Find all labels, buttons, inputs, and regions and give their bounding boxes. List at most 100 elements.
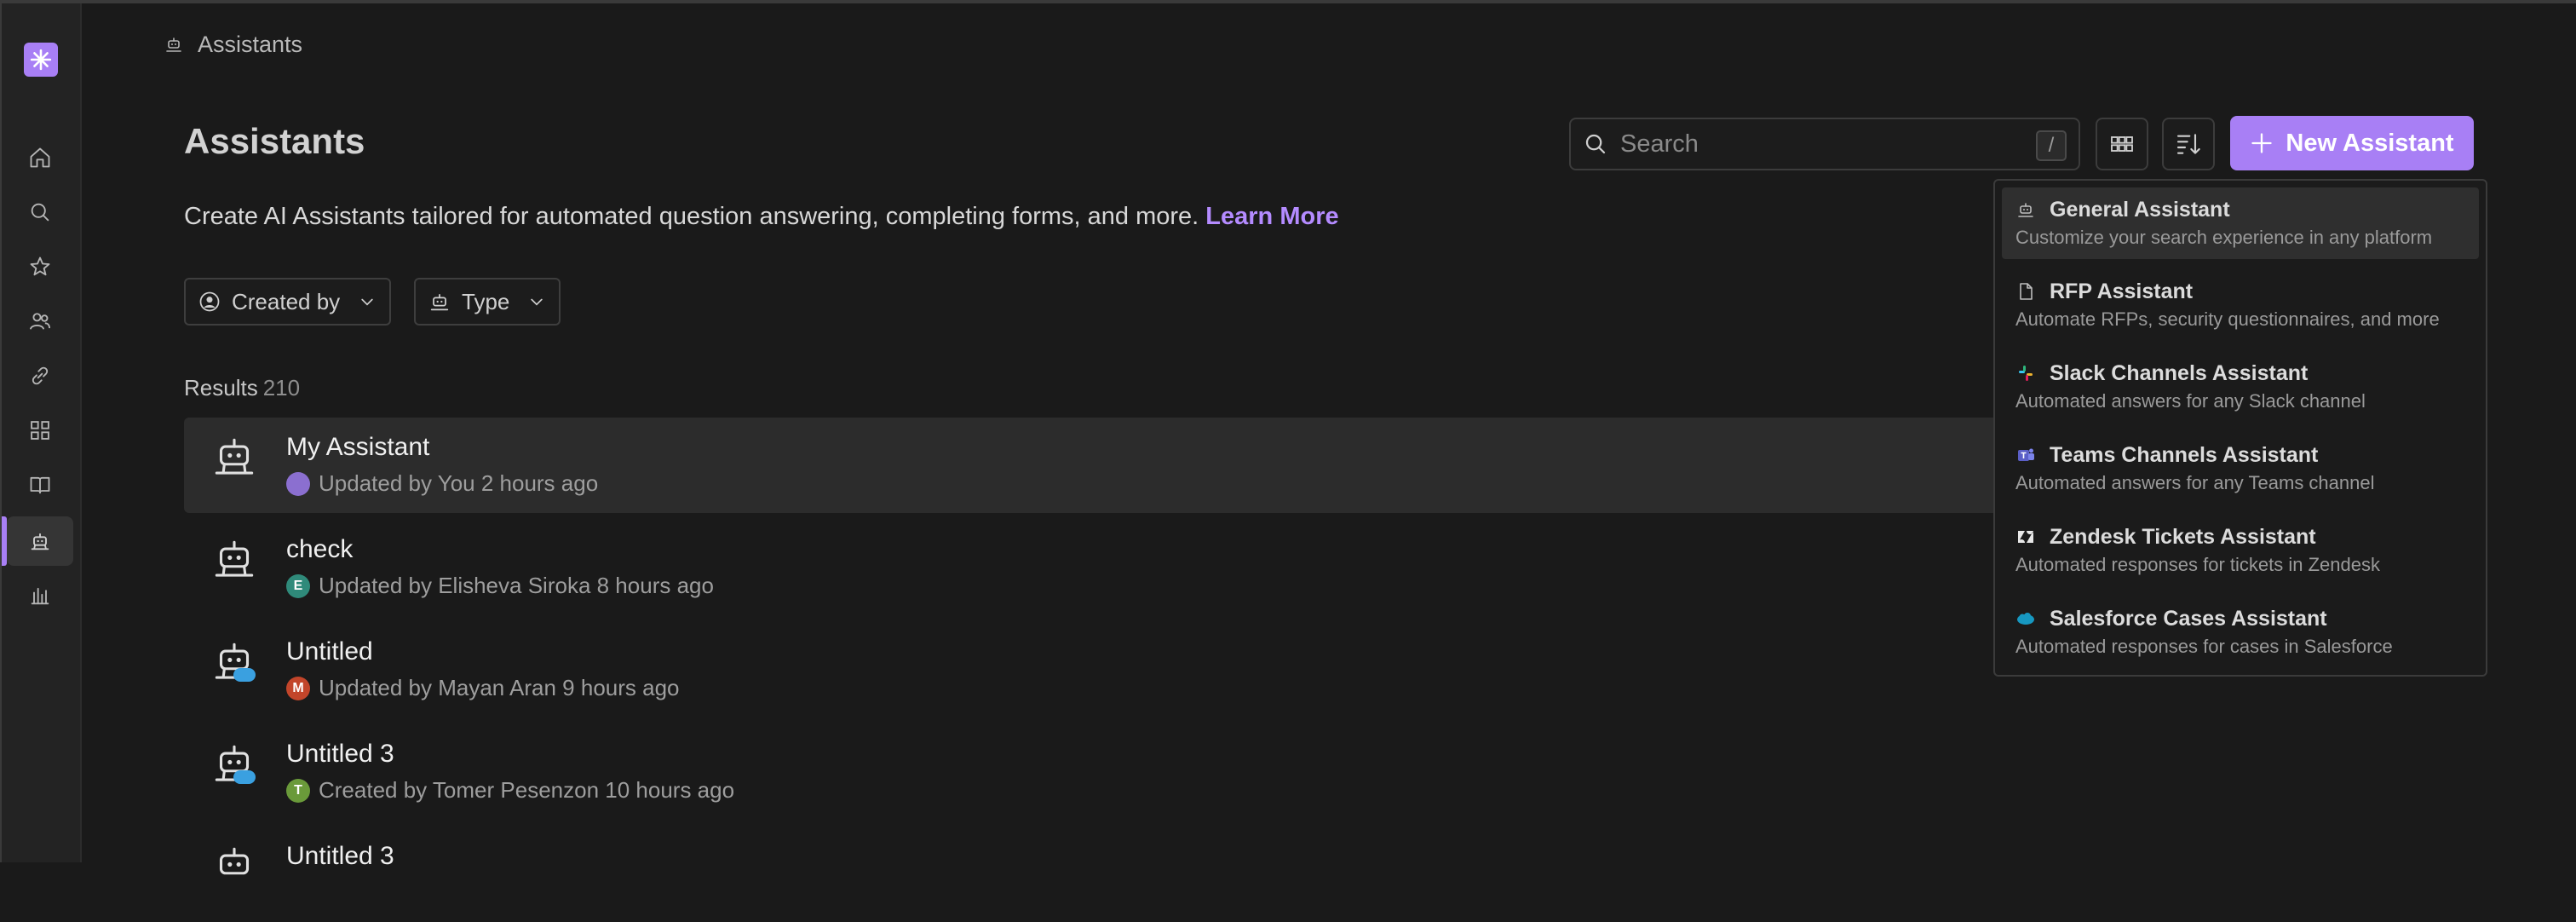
- type-filter[interactable]: Type: [414, 278, 561, 326]
- assistant-updated: Updated by Mayan Aran 9 hours ago: [319, 675, 680, 700]
- assistant-title[interactable]: Untitled 3: [286, 740, 394, 769]
- search-box[interactable]: /: [1569, 118, 2080, 170]
- assistant-updated: Updated by You 2 hours ago: [319, 470, 599, 496]
- menu-item-desc: Automated answers for any Teams channel: [2015, 472, 2375, 493]
- menu-item-title: Slack Channels Assistant: [2050, 361, 2309, 385]
- chevron-down-icon: [361, 298, 373, 306]
- assistant-title[interactable]: check: [286, 535, 353, 564]
- subtitle-text: Create AI Assistants tailored for automa…: [184, 203, 1199, 230]
- sidebar-item-analytics[interactable]: [7, 571, 73, 620]
- results-number: 210: [262, 375, 301, 400]
- apps-grid-icon: [31, 421, 49, 440]
- menu-item-title: Teams Channels Assistant: [2050, 443, 2319, 467]
- list-item[interactable]: My Assistant Updated by You 2 hours ago: [184, 418, 2220, 513]
- sidebar-item-links[interactable]: [7, 351, 73, 400]
- search-icon: [1585, 134, 1606, 154]
- sidebar: [2, 3, 82, 862]
- created-by-filter[interactable]: Created by: [184, 278, 392, 326]
- menu-item-zendesk-assistant[interactable]: Zendesk Tickets Assistant Automated resp…: [2002, 515, 2479, 586]
- robot-icon: [215, 540, 254, 577]
- menu-item-title: Salesforce Cases Assistant: [2050, 607, 2327, 631]
- assistant-meta: M Updated by Mayan Aran 9 hours ago: [286, 675, 680, 701]
- page-subtitle: Create AI Assistants tailored for automa…: [184, 203, 1339, 231]
- bar-chart-icon: [31, 587, 49, 605]
- search-shortcut-hint: /: [2036, 130, 2067, 161]
- assistant-updated: Updated by Elisheva Siroka 8 hours ago: [319, 573, 714, 598]
- teams-icon: [2018, 448, 2034, 461]
- results-count: Results 210: [184, 375, 300, 401]
- menu-item-general-assistant[interactable]: General Assistant Customize your search …: [2002, 187, 2479, 259]
- assistant-meta: E Updated by Elisheva Siroka 8 hours ago: [286, 573, 714, 599]
- salesforce-badge-icon: [233, 770, 256, 784]
- menu-item-desc: Automated responses for cases in Salesfo…: [2015, 636, 2393, 657]
- logo-icon: [30, 49, 52, 71]
- menu-item-desc: Automated answers for any Slack channel: [2015, 390, 2366, 412]
- type-label: Type: [462, 288, 510, 314]
- assistant-meta: T Created by Tomer Pesenzon 10 hours ago: [286, 777, 734, 804]
- menu-item-title: General Assistant: [2050, 198, 2230, 222]
- sidebar-item-favorites[interactable]: [7, 242, 73, 291]
- sidebar-item-home[interactable]: [7, 133, 73, 182]
- assistant-icon: [166, 37, 181, 52]
- assistant-icon: [430, 293, 449, 311]
- menu-item-desc: Customize your search experience in any …: [2015, 227, 2433, 248]
- sort-button[interactable]: [2162, 118, 2215, 170]
- menu-item-rfp-assistant[interactable]: RFP Assistant Automate RFPs, security qu…: [2002, 269, 2479, 341]
- assistant-title[interactable]: Untitled 3: [286, 842, 394, 871]
- document-icon: [2020, 283, 2033, 300]
- link-icon: [32, 366, 49, 385]
- users-icon: [29, 313, 51, 330]
- menu-item-slack-assistant[interactable]: Slack Channels Assistant Automated answe…: [2002, 351, 2479, 423]
- created-by-label: Created by: [232, 288, 341, 314]
- salesforce-icon: [2017, 613, 2034, 625]
- menu-item-teams-assistant[interactable]: Teams Channels Assistant Automated answe…: [2002, 433, 2479, 504]
- star-icon: [30, 256, 50, 276]
- avatar: [286, 471, 310, 496]
- new-assistant-button[interactable]: New Assistant: [2230, 116, 2474, 170]
- robot-icon: [215, 643, 254, 679]
- assistant-icon: [2018, 203, 2033, 217]
- robot-icon: [219, 847, 250, 875]
- salesforce-badge-icon: [233, 668, 256, 682]
- home-icon: [30, 147, 50, 168]
- menu-item-desc: Automated responses for tickets in Zende…: [2015, 554, 2380, 575]
- chevron-down-icon: [531, 298, 543, 306]
- menu-item-title: Zendesk Tickets Assistant: [2050, 525, 2316, 549]
- learn-more-link[interactable]: Learn More: [1205, 203, 1338, 230]
- menu-item-desc: Automate RFPs, security questionnaires, …: [2015, 308, 2440, 330]
- sidebar-item-search[interactable]: [7, 187, 73, 237]
- book-icon: [30, 476, 50, 494]
- breadcrumb-label[interactable]: Assistants: [198, 32, 302, 58]
- avatar: M: [286, 676, 310, 700]
- new-assistant-label: New Assistant: [2286, 129, 2454, 157]
- avatar: T: [286, 778, 310, 803]
- results-label: Results: [184, 375, 258, 400]
- menu-item-salesforce-assistant[interactable]: Salesforce Cases Assistant Automated res…: [2002, 596, 2479, 668]
- slack-icon: [2019, 366, 2033, 381]
- list-item[interactable]: Untitled M Updated by Mayan Aran 9 hours…: [184, 622, 2220, 717]
- assistant-meta: Updated by You 2 hours ago: [286, 470, 598, 497]
- grid-view-button[interactable]: [2096, 118, 2148, 170]
- assistant-title[interactable]: My Assistant: [286, 433, 429, 462]
- grid-view-icon: [2111, 136, 2133, 152]
- breadcrumb: Assistants: [164, 27, 302, 61]
- search-input[interactable]: [1620, 130, 2012, 158]
- app-logo[interactable]: [24, 43, 58, 77]
- sidebar-item-knowledge[interactable]: [7, 460, 73, 510]
- assistant-title[interactable]: Untitled: [286, 637, 373, 666]
- avatar: E: [286, 573, 310, 598]
- list-item[interactable]: Untitled 3 T Created by Tomer Pesenzon 1…: [184, 724, 2220, 820]
- robot-icon: [215, 438, 254, 475]
- list-item[interactable]: check E Updated by Elisheva Siroka 8 hou…: [184, 520, 2220, 615]
- search-icon: [31, 203, 49, 222]
- assistant-updated: Created by Tomer Pesenzon 10 hours ago: [319, 777, 735, 803]
- list-item[interactable]: Untitled 3: [184, 827, 2220, 922]
- menu-item-title: RFP Assistant: [2050, 279, 2194, 303]
- assistant-icon: [31, 533, 49, 550]
- zendesk-icon: [2018, 531, 2033, 543]
- sidebar-item-assistants[interactable]: [2, 516, 73, 566]
- new-assistant-menu: General Assistant Customize your search …: [1993, 179, 2487, 677]
- user-circle-icon: [199, 291, 220, 312]
- sidebar-item-people[interactable]: [7, 297, 73, 346]
- sidebar-item-apps[interactable]: [7, 406, 73, 455]
